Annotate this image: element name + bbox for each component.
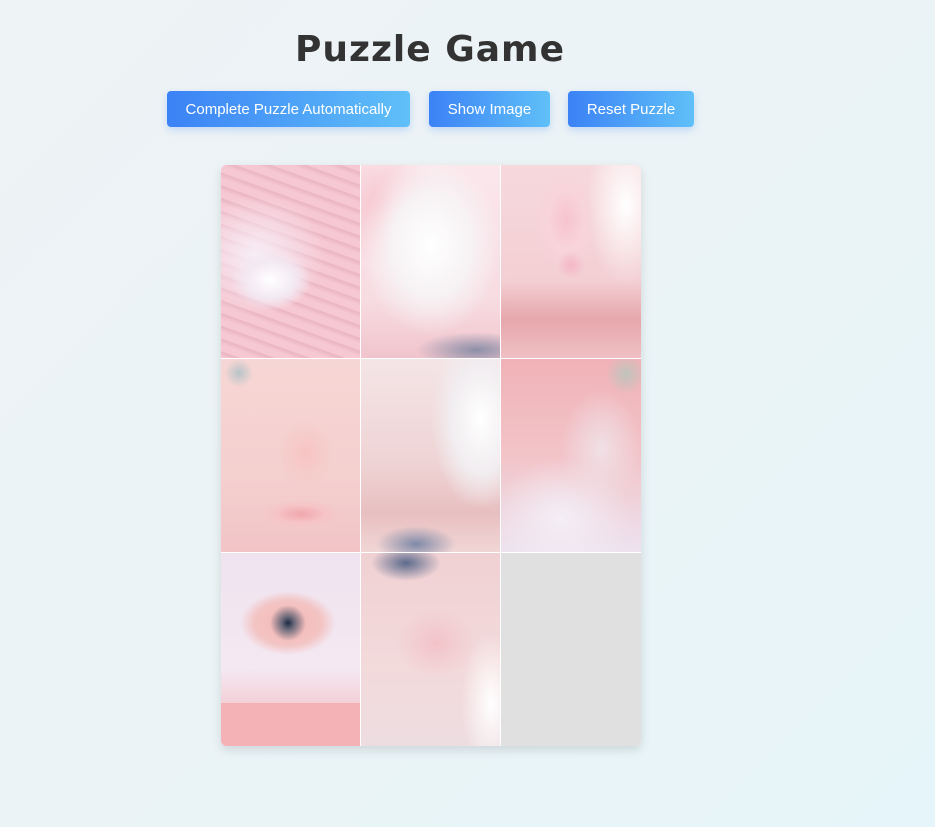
reset-puzzle-button[interactable]: Reset Puzzle <box>568 91 694 127</box>
puzzle-tile[interactable] <box>221 359 360 552</box>
puzzle-tile[interactable] <box>361 165 500 358</box>
page-title: Puzzle Game <box>295 29 565 70</box>
puzzle-tile[interactable] <box>501 359 641 552</box>
puzzle-tile[interactable] <box>501 165 641 358</box>
show-image-button[interactable]: Show Image <box>429 91 550 127</box>
puzzle-tile[interactable] <box>221 165 360 358</box>
puzzle-tile[interactable] <box>361 359 500 552</box>
puzzle-tile[interactable] <box>361 553 500 746</box>
puzzle-board <box>221 165 641 746</box>
empty-tile <box>501 553 641 746</box>
puzzle-tile[interactable] <box>221 553 360 746</box>
complete-puzzle-button[interactable]: Complete Puzzle Automatically <box>167 91 410 127</box>
